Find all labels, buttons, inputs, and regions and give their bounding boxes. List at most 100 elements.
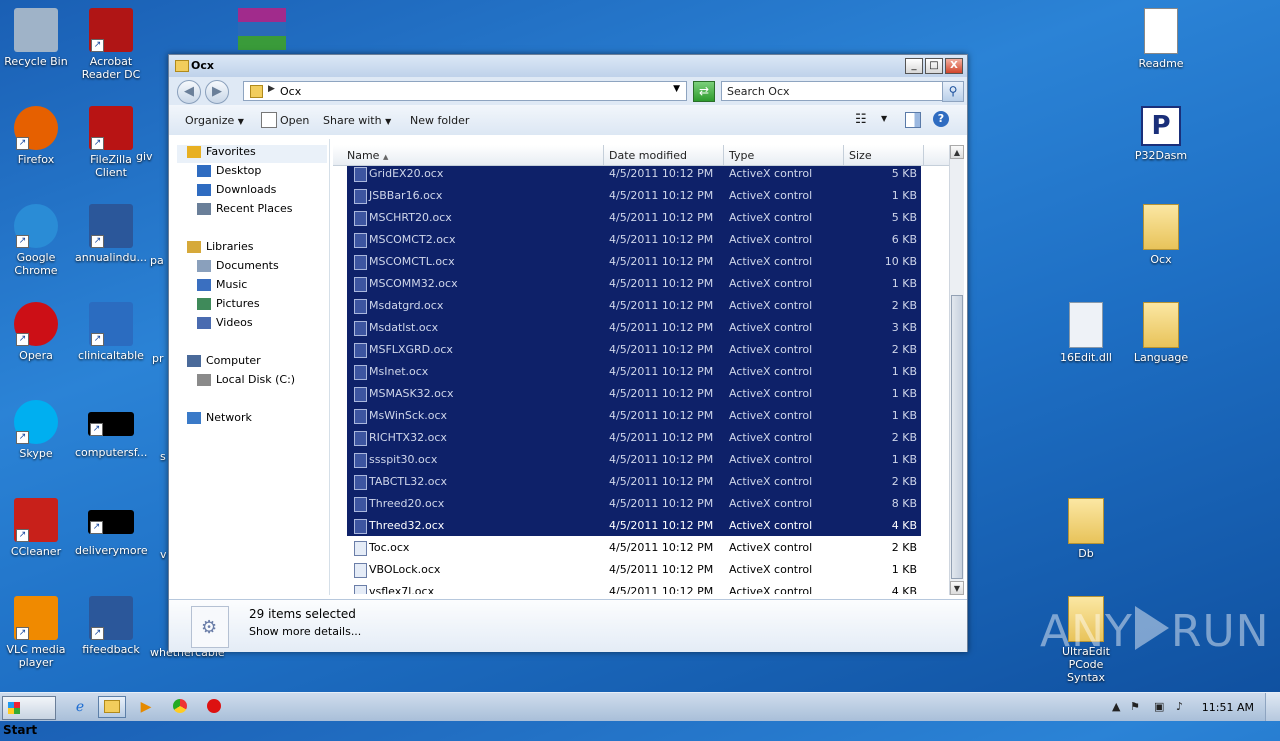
file-row[interactable]: MSCHRT20.ocx 4/5/2011 10:12 PM ActiveX con… xyxy=(347,206,921,228)
show-more-details-link[interactable]: Show more details... xyxy=(249,625,361,638)
desktop-shortcut[interactable]: ↗ FileZilla Client xyxy=(75,106,147,179)
column-name[interactable]: Name ▲ xyxy=(347,149,388,162)
tray-expand-icon[interactable]: ▲ xyxy=(1112,700,1120,713)
back-button[interactable]: ◀ xyxy=(177,80,201,104)
column-date-modified[interactable]: Date modified xyxy=(609,149,687,162)
explorer-window[interactable]: Ocx _ □ X ◀ ▶ ▶ Ocx ▼ ⇄ Search Ocx ⚲ Org… xyxy=(168,54,968,652)
close-button[interactable]: X xyxy=(945,58,963,74)
search-button[interactable]: ⚲ xyxy=(942,81,964,102)
desktop-shortcut[interactable]: ↗ Firefox xyxy=(0,106,72,166)
network-tray-icon[interactable]: ▣ xyxy=(1154,700,1164,713)
file-row[interactable]: ssspit30.ocx 4/5/2011 10:12 PM ActiveX con… xyxy=(347,448,921,470)
chevron-down-icon[interactable]: ▼ xyxy=(673,84,680,94)
desktop-shortcut[interactable]: ↗ deliverymore xyxy=(75,498,148,557)
clock[interactable]: 11:51 AM xyxy=(1202,701,1254,714)
scroll-up-icon[interactable]: ▲ xyxy=(950,145,964,159)
desktop-item[interactable]: Language xyxy=(1125,302,1197,364)
desktop-item[interactable]: Ocx xyxy=(1125,204,1197,266)
desktop-shortcut[interactable]: ↗ VLC media player xyxy=(0,596,72,669)
desktop-shortcut[interactable]: ↗ Skype xyxy=(0,400,72,460)
column-size[interactable]: Size xyxy=(849,149,872,162)
chrome-taskbar-icon[interactable] xyxy=(166,696,194,718)
desktop-shortcut[interactable]: ↗ computersf... xyxy=(75,400,147,459)
sidebar-item[interactable]: Documents xyxy=(197,259,279,277)
desktop-shortcut[interactable]: ↗ fifeedback xyxy=(75,596,147,656)
file-row[interactable]: Threed20.ocx 4/5/2011 10:12 PM ActiveX con… xyxy=(347,492,921,514)
partial-desktop-label[interactable]: pa xyxy=(150,254,170,267)
forward-button[interactable]: ▶ xyxy=(205,80,229,104)
partial-desktop-label[interactable]: pr xyxy=(152,352,168,365)
file-row[interactable]: MSMASK32.ocx 4/5/2011 10:12 PM ActiveX con… xyxy=(347,382,921,404)
show-desktop-button[interactable] xyxy=(1265,693,1280,721)
file-row[interactable]: Msdatgrd.ocx 4/5/2011 10:12 PM ActiveX con… xyxy=(347,294,921,316)
activex-file-icon xyxy=(354,431,367,446)
breadcrumb[interactable]: Ocx xyxy=(280,85,301,98)
desktop-item[interactable]: Db xyxy=(1050,498,1122,560)
action-center-flag-icon[interactable]: ⚑ xyxy=(1130,700,1140,713)
file-row[interactable]: TABCTL32.ocx 4/5/2011 10:12 PM ActiveX con… xyxy=(347,470,921,492)
desktop-item[interactable]: 16Edit.dll xyxy=(1050,302,1122,364)
sidebar-item[interactable]: Computer xyxy=(187,354,261,372)
preview-pane-icon[interactable] xyxy=(905,112,921,128)
file-row[interactable]: MsInet.ocx 4/5/2011 10:12 PM ActiveX contr… xyxy=(347,360,921,382)
view-options-icon[interactable]: ☷ xyxy=(855,112,867,127)
organize-button[interactable]: Organize ▼ xyxy=(185,114,244,127)
winrar-icon[interactable] xyxy=(238,8,286,50)
file-row[interactable]: JSBBar16.ocx 4/5/2011 10:12 PM ActiveX con… xyxy=(347,184,921,206)
sidebar-item[interactable]: Videos xyxy=(197,316,253,334)
refresh-button[interactable]: ⇄ xyxy=(693,81,715,102)
new-folder-button[interactable]: New folder xyxy=(410,114,469,127)
desktop-item[interactable]: Readme xyxy=(1125,8,1197,70)
desktop-shortcut[interactable]: ↗ Acrobat Reader DC xyxy=(75,8,147,81)
media-player-icon[interactable]: ▶ xyxy=(132,696,160,718)
desktop-item[interactable]: P P32Dasm xyxy=(1125,106,1197,162)
sidebar-item[interactable]: Music xyxy=(197,278,247,296)
desktop-shortcut[interactable]: ↗ Opera xyxy=(0,302,72,362)
breadcrumb-arrow-icon[interactable]: ▶ xyxy=(268,84,275,94)
sidebar-item[interactable]: Libraries xyxy=(187,240,254,258)
desktop-shortcut[interactable]: ↗ CCleaner xyxy=(0,498,72,558)
help-icon[interactable]: ? xyxy=(933,111,949,127)
search-input[interactable]: Search Ocx xyxy=(721,81,943,101)
scroll-thumb[interactable] xyxy=(951,295,963,579)
chevron-down-icon[interactable]: ▼ xyxy=(881,114,887,123)
file-row[interactable]: MsWinSck.ocx 4/5/2011 10:12 PM ActiveX con… xyxy=(347,404,921,426)
file-row[interactable]: VBOLock.ocx 4/5/2011 10:12 PM ActiveX cont… xyxy=(347,558,921,580)
vertical-scrollbar[interactable]: ▲ ▼ xyxy=(949,145,964,595)
internet-explorer-icon[interactable]: ℯ xyxy=(66,696,94,718)
start-button[interactable]: Start xyxy=(2,696,56,737)
sidebar-item[interactable]: Desktop xyxy=(197,164,261,182)
sidebar-item[interactable]: Recent Places xyxy=(197,202,293,220)
file-row[interactable]: Toc.ocx 4/5/2011 10:12 PM ActiveX control 2… xyxy=(347,536,921,558)
desktop-shortcut[interactable]: ↗ annualindu... xyxy=(75,204,147,264)
column-type[interactable]: Type xyxy=(729,149,754,162)
volume-icon[interactable]: ♪ xyxy=(1176,700,1183,713)
file-row[interactable]: MSCOMCT2.ocx 4/5/2011 10:12 PM ActiveX con… xyxy=(347,228,921,250)
desktop-shortcut[interactable]: Recycle Bin xyxy=(0,8,72,68)
sidebar-item[interactable]: Favorites xyxy=(177,145,327,163)
explorer-taskbar-icon[interactable] xyxy=(98,696,126,718)
open-button[interactable]: Open xyxy=(280,114,309,127)
file-row[interactable]: MSFLXGRD.ocx 4/5/2011 10:12 PM ActiveX con… xyxy=(347,338,921,360)
opera-taskbar-icon[interactable] xyxy=(200,696,228,718)
title-bar[interactable]: Ocx _ □ X xyxy=(169,55,967,77)
sidebar-item[interactable]: Local Disk (C:) xyxy=(197,373,295,391)
file-row[interactable]: MSCOMCTL.ocx 4/5/2011 10:12 PM ActiveX con… xyxy=(347,250,921,272)
address-bar[interactable]: ▶ Ocx ▼ xyxy=(243,81,687,101)
file-row[interactable]: Msdatlst.ocx 4/5/2011 10:12 PM ActiveX con… xyxy=(347,316,921,338)
file-date: 4/5/2011 10:12 PM xyxy=(609,519,714,532)
maximize-button[interactable]: □ xyxy=(925,58,943,74)
file-row[interactable]: RICHTX32.ocx 4/5/2011 10:12 PM ActiveX con… xyxy=(347,426,921,448)
desktop-shortcut[interactable]: ↗ clinicaltable xyxy=(75,302,147,362)
sidebar-item[interactable]: Pictures xyxy=(197,297,260,315)
sidebar-item[interactable]: Downloads xyxy=(197,183,276,201)
desktop-shortcut[interactable]: ↗ Google Chrome xyxy=(0,204,72,277)
file-row[interactable]: Threed32.ocx 4/5/2011 10:12 PM ActiveX con… xyxy=(347,514,921,536)
minimize-button[interactable]: _ xyxy=(905,58,923,74)
file-row[interactable]: GridEX20.ocx 4/5/2011 10:12 PM ActiveX con… xyxy=(347,166,921,184)
scroll-down-icon[interactable]: ▼ xyxy=(950,581,964,595)
share-with-button[interactable]: Share with ▼ xyxy=(323,114,391,127)
file-row[interactable]: vsflex7l.ocx 4/5/2011 10:12 PM ActiveX con… xyxy=(347,580,921,594)
file-row[interactable]: MSCOMM32.ocx 4/5/2011 10:12 PM ActiveX con… xyxy=(347,272,921,294)
sidebar-item[interactable]: Network xyxy=(187,411,252,429)
